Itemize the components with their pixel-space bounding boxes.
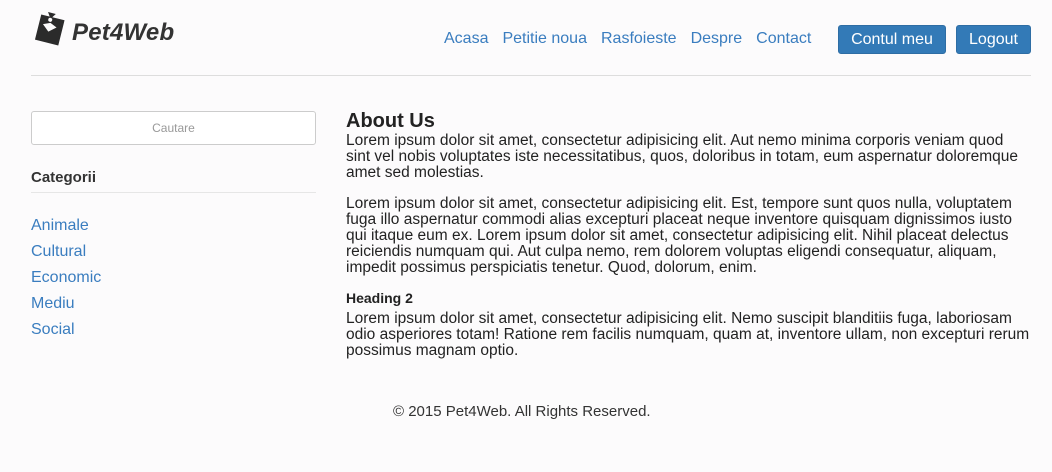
nav-link-contact[interactable]: Contact	[756, 30, 811, 48]
categories-list: Animale Cultural Economic Mediu Social	[31, 216, 101, 346]
list-item: Social	[31, 320, 101, 346]
logout-button[interactable]: Logout	[956, 25, 1031, 54]
footer-copyright: © 2015 Pet4Web. All Rights Reserved.	[393, 403, 651, 420]
account-button[interactable]: Contul meu	[838, 25, 946, 54]
page-title: About Us	[346, 110, 435, 132]
main-nav: Acasa Petitie noua Rasfoieste Despre Con…	[444, 30, 825, 48]
brand-logo[interactable]: Pet4Web	[31, 10, 174, 48]
list-item: Animale	[31, 216, 101, 242]
search-input[interactable]	[31, 111, 316, 145]
category-link-animale[interactable]: Animale	[31, 217, 89, 234]
category-link-mediu[interactable]: Mediu	[31, 295, 75, 312]
nav-link-rasfoieste[interactable]: Rasfoieste	[601, 30, 677, 48]
list-item: Mediu	[31, 294, 101, 320]
nav-link-petitie-noua[interactable]: Petitie noua	[502, 30, 587, 48]
category-link-economic[interactable]: Economic	[31, 269, 101, 286]
brand-name: Pet4Web	[72, 19, 175, 46]
about-paragraph-1: Lorem ipsum dolor sit amet, consectetur …	[346, 132, 1019, 181]
tag-logo-icon	[34, 12, 65, 46]
list-item: Economic	[31, 268, 101, 294]
category-link-cultural[interactable]: Cultural	[31, 243, 86, 260]
categories-title: Categorii	[31, 169, 97, 186]
about-paragraph-2: Lorem ipsum dolor sit amet, consectetur …	[346, 195, 1013, 276]
list-item: Cultural	[31, 242, 101, 268]
category-link-social[interactable]: Social	[31, 321, 75, 338]
about-paragraph-3: Lorem ipsum dolor sit amet, consectetur …	[346, 310, 1030, 359]
categories-divider	[31, 192, 316, 193]
header: Pet4Web Acasa Petitie noua Rasfoieste De…	[31, 0, 1031, 76]
nav-link-despre[interactable]: Despre	[691, 30, 743, 48]
section-heading: Heading 2	[346, 290, 413, 306]
main-content: About Us Lorem ipsum dolor sit amet, con…	[346, 109, 1030, 374]
nav-link-acasa[interactable]: Acasa	[444, 30, 488, 48]
